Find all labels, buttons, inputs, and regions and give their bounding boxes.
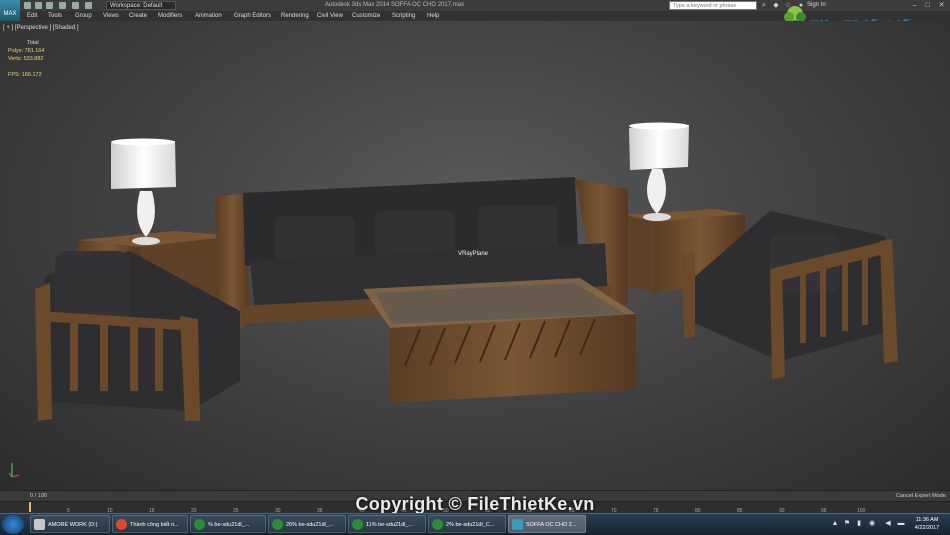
subscription-icon[interactable]: ◆ [772, 2, 780, 9]
show-hidden-icons[interactable]: ▲ [831, 520, 839, 528]
download-icon [272, 519, 283, 530]
3dsmax-icon [512, 519, 523, 530]
menu-customize[interactable]: Customize [352, 11, 380, 21]
right-lamp[interactable] [629, 122, 689, 222]
menu-views[interactable]: Views [103, 11, 119, 21]
search-icon[interactable]: ⌕ [760, 2, 768, 9]
new-file-icon[interactable] [24, 2, 31, 9]
taskbar-item-label: SOFFA OC CHO 2... [526, 522, 577, 528]
menu-civil-view[interactable]: Civil View [317, 11, 343, 21]
chrome-icon [116, 519, 127, 530]
network-icon[interactable]: ▮ [855, 520, 863, 528]
menu-help[interactable]: Help [427, 11, 439, 21]
windows-taskbar: AMORE WORK (D:) Thành công biết n... % b… [0, 513, 950, 535]
taskbar-item-label: AMORE WORK (D:) [48, 522, 98, 528]
clock-time: 11:36 AM [915, 517, 939, 523]
undo-icon[interactable] [59, 2, 66, 9]
vray-plane-label: VRayPlane [458, 251, 489, 257]
start-button[interactable] [2, 515, 24, 534]
menu-group[interactable]: Group [75, 11, 92, 21]
drive-icon [34, 519, 45, 530]
taskbar-item-download-3[interactable]: 11% be-sdu21dl_... [348, 515, 426, 533]
taskbar-item-download-4[interactable]: 2% be-sdu21dl_C... [428, 515, 506, 533]
download-icon [352, 519, 363, 530]
redo-icon[interactable] [72, 2, 79, 9]
menu-animation[interactable]: Animation [195, 11, 222, 21]
menu-edit[interactable]: Edit [27, 11, 37, 21]
taskbar-item-chrome[interactable]: Thành công biết n... [112, 515, 188, 533]
left-lamp[interactable] [111, 138, 176, 246]
download-icon [432, 519, 443, 530]
app-logo-icon[interactable]: MAX [0, 0, 20, 22]
menu-create[interactable]: Create [129, 11, 147, 21]
taskbar-item-label: % be-sdu21dl_... [208, 522, 250, 528]
menu-rendering[interactable]: Rendering [281, 11, 309, 21]
taskbar-item-download-2[interactable]: 26% be-sdu21dl_... [268, 515, 346, 533]
copyright-watermark: Copyright © FileThietKe.vn [355, 494, 595, 514]
volume-icon[interactable]: ◀ [884, 520, 892, 528]
taskbar-item-label: 2% be-sdu21dl_C... [446, 522, 495, 528]
perspective-viewport[interactable]: [ + ] [Perspective ] [Shaded ] Total Pol… [0, 21, 950, 490]
clock-date: 4/22/2017 [914, 525, 940, 531]
menu-scripting[interactable]: Scripting [392, 11, 415, 21]
taskbar-item-download-1[interactable]: % be-sdu21dl_... [190, 515, 266, 533]
menu-graph-editors[interactable]: Graph Editors [234, 11, 271, 21]
coffee-table[interactable] [363, 278, 636, 403]
open-file-icon[interactable] [35, 2, 42, 9]
taskbar-item-label: Thành công biết n... [130, 522, 179, 528]
menu-modifiers[interactable]: Modifiers [158, 11, 182, 21]
hold-icon[interactable] [85, 2, 92, 9]
language-icon[interactable]: ◉ [868, 520, 876, 528]
power-icon[interactable]: ▬ [897, 520, 905, 528]
download-icon [194, 519, 205, 530]
axis-gizmo-icon [8, 463, 20, 478]
flag-icon[interactable]: ⚑ [843, 520, 851, 528]
taskbar-item-3dsmax[interactable]: SOFFA OC CHO 2... [508, 515, 586, 533]
save-file-icon[interactable] [46, 2, 53, 9]
menu-tools[interactable]: Tools [48, 11, 62, 21]
taskbar-item-explorer[interactable]: AMORE WORK (D:) [30, 515, 110, 533]
taskbar-item-label: 26% be-sdu21dl_... [286, 522, 334, 528]
window-title: Autodesk 3ds Max 2014 SOFFA OC CHO 2017.… [325, 2, 465, 8]
taskbar-clock[interactable]: 11:36 AM 4/22/2017 [912, 516, 942, 532]
search-input[interactable]: Type a keyword or phrase [669, 1, 757, 10]
workspace-dropdown[interactable]: Workspace: Default [106, 1, 176, 10]
taskbar-item-label: 11% be-sdu21dl_... [366, 522, 413, 528]
